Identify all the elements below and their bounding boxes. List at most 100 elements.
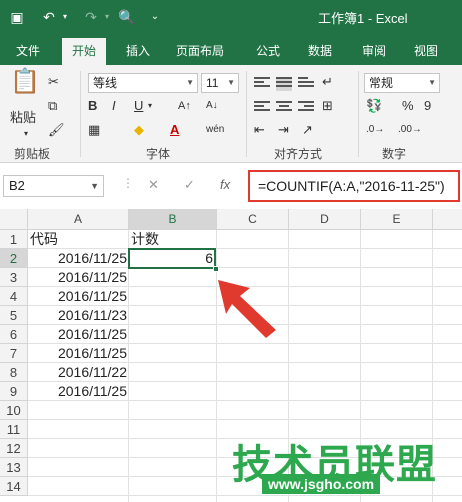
cell-a8[interactable]: 2016/11/22 [28,363,129,382]
tab-data[interactable]: 数据 [308,42,332,59]
border-icon[interactable]: ▦ [88,121,100,139]
column-header-a[interactable]: A [28,209,129,230]
group-divider [358,71,359,157]
cell-a4[interactable]: 2016/11/25 [28,287,129,306]
formula-bar-grip-icon: ⋮ [122,176,134,190]
wrap-text-icon[interactable]: ↵ [322,73,333,91]
column-header-f[interactable] [433,209,462,230]
increase-font-icon[interactable]: A↑ [178,97,191,115]
currency-icon[interactable]: 💱 [366,97,382,115]
row-header-4[interactable]: 4 [0,287,28,306]
bold-button[interactable]: B [88,97,97,115]
phonetic-icon[interactable]: wén [206,121,224,139]
decrease-font-icon[interactable]: A↓ [206,97,218,115]
format-painter-icon[interactable]: 🖌 [48,121,65,139]
print-preview-icon[interactable]: 🔍 [118,8,136,26]
paste-button[interactable]: 粘贴 [10,109,36,127]
font-group-label: 字体 [146,147,171,161]
underline-button[interactable]: U [134,97,143,115]
percent-button[interactable]: % [402,97,414,115]
name-box[interactable]: B2 ▼ [3,175,104,197]
row-header-9[interactable]: 9 [0,382,28,401]
decrease-indent-icon[interactable]: ⇤ [254,121,265,139]
merge-cells-icon[interactable]: ⊞ [322,97,333,115]
cell-a7[interactable]: 2016/11/25 [28,344,129,363]
customize-toolbar-icon[interactable]: ⌄ [146,8,164,26]
formula-input[interactable]: =COUNTIF(A:A,"2016-11-25") [248,170,460,202]
tab-home[interactable]: 开始 [62,38,107,65]
insert-function-button[interactable]: fx [220,177,230,192]
column-header-d[interactable]: D [289,209,361,230]
row-header-10[interactable]: 10 [0,401,28,420]
number-format-select[interactable]: 常规 ▼ [364,73,440,93]
number-group-label: 数字 [382,147,407,161]
row-header-3[interactable]: 3 [0,268,28,287]
tab-insert[interactable]: 插入 [126,42,150,59]
cell-b1[interactable]: 计数 [129,230,217,249]
tab-file[interactable]: 文件 [16,42,40,59]
comma-style-button[interactable]: 9 [424,97,431,115]
alignment-group-label: 对齐方式 [274,147,323,161]
align-middle-icon[interactable] [276,77,292,91]
undo-dropdown-icon[interactable]: ▾ [56,8,74,26]
row-header-7[interactable]: 7 [0,344,28,363]
chevron-down-icon: ▼ [428,78,436,87]
group-divider [80,71,81,157]
align-top-icon[interactable] [254,77,270,91]
cancel-button[interactable]: ✕ [148,177,159,193]
row-header-11[interactable]: 11 [0,420,28,439]
window-title: 工作簿1 - Excel [318,11,408,26]
row-header-12[interactable]: 12 [0,439,28,458]
cell-a2[interactable]: 2016/11/25 [28,249,129,268]
increase-indent-icon[interactable]: ⇥ [278,121,289,139]
chevron-down-icon: ▼ [90,181,99,191]
font-name-value: 等线 [93,76,118,90]
align-bottom-icon[interactable] [298,77,314,91]
enter-button[interactable]: ✓ [184,177,195,193]
cell-a6[interactable]: 2016/11/25 [28,325,129,344]
column-header-e[interactable]: E [361,209,433,230]
formula-text: =COUNTIF(A:A,"2016-11-25") [258,178,445,194]
row-header-1[interactable]: 1 [0,230,28,249]
decrease-decimal-icon[interactable]: .00→ [398,121,422,139]
red-arrow-icon [218,280,276,338]
select-all-corner[interactable] [0,209,28,230]
tab-page-layout[interactable]: 页面布局 [176,42,224,59]
fill-color-icon[interactable]: ◆ [134,121,144,139]
orientation-icon[interactable]: ↗ [302,121,313,139]
cell-a3[interactable]: 2016/11/25 [28,268,129,287]
paste-dropdown-icon[interactable]: ▾ [24,125,28,143]
column-header-c[interactable]: C [217,209,289,230]
row-header-13[interactable]: 13 [0,458,28,477]
redo-dropdown-icon[interactable]: ▾ [98,8,116,26]
save-icon[interactable]: ▣ [8,8,26,26]
tab-review[interactable]: 审阅 [362,42,386,59]
font-size-select[interactable]: 11 ▼ [201,73,239,93]
cell-a5[interactable]: 2016/11/23 [28,306,129,325]
fill-handle[interactable] [213,266,219,272]
row-header-2[interactable]: 2 [0,249,28,268]
align-center-icon[interactable] [276,101,292,115]
paste-icon[interactable]: 📋 [10,70,40,107]
cut-icon[interactable]: ✂ [48,73,59,91]
column-header-b[interactable]: B [129,209,217,230]
underline-dropdown-icon[interactable]: ▾ [148,97,152,115]
row-header-6[interactable]: 6 [0,325,28,344]
align-right-icon[interactable] [298,101,314,115]
font-color-button[interactable]: A [170,121,179,139]
cell-a9[interactable]: 2016/11/25 [28,382,129,401]
watermark-url: www.jsgho.com [262,474,381,494]
row-header-5[interactable]: 5 [0,306,28,325]
align-left-icon[interactable] [254,101,270,115]
name-box-value: B2 [9,178,25,193]
font-name-select[interactable]: 等线 ▼ [88,73,198,93]
copy-icon[interactable]: ⧉ [48,97,57,115]
row-header-8[interactable]: 8 [0,363,28,382]
increase-decimal-icon[interactable]: .0→ [366,121,384,139]
font-size-value: 11 [206,76,219,90]
italic-button[interactable]: I [112,97,116,115]
tab-view[interactable]: 视图 [414,42,438,59]
row-header-14[interactable]: 14 [0,477,28,496]
cell-a1[interactable]: 代码 [28,230,129,249]
tab-formulas[interactable]: 公式 [256,42,280,59]
